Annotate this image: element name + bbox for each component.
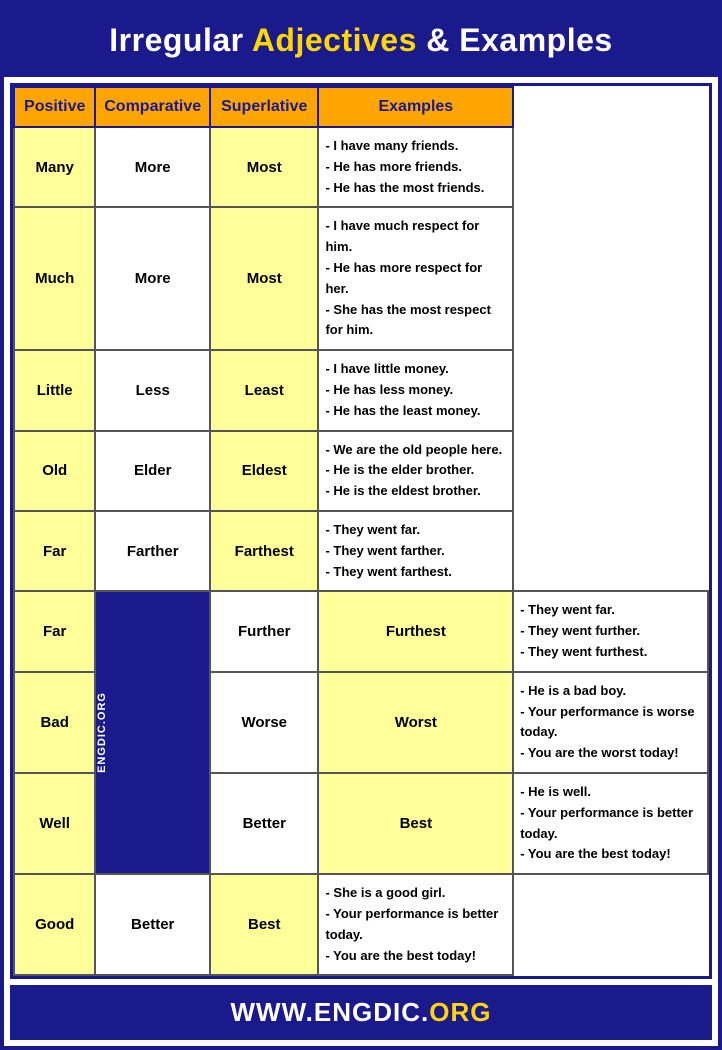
header-comparative: Comparative	[95, 87, 210, 127]
cell-superlative: Best	[318, 773, 513, 874]
header-positive: Positive	[14, 87, 95, 127]
cell-comparative: Farther	[95, 511, 210, 591]
adjectives-table: Positive Comparative Superlative Example…	[13, 86, 709, 976]
table-row: FarFartherFarthest- They went far.- They…	[14, 511, 708, 591]
cell-comparative: Better	[210, 773, 318, 874]
cell-superlative: Most	[210, 127, 318, 207]
table-header-row: Positive Comparative Superlative Example…	[14, 87, 708, 127]
cell-examples: - They went far.- They went further.- Th…	[513, 591, 708, 671]
cell-superlative: Furthest	[318, 591, 513, 671]
cell-examples: - We are the old people here.- He is the…	[318, 431, 513, 511]
cell-superlative: Most	[210, 207, 318, 350]
cell-examples: - I have many friends.- He has more frie…	[318, 127, 513, 207]
cell-positive: Many	[14, 127, 95, 207]
title-text-3: & Examples	[417, 22, 613, 58]
cell-superlative: Least	[210, 350, 318, 430]
header-superlative: Superlative	[210, 87, 318, 127]
cell-superlative: Eldest	[210, 431, 318, 511]
cell-examples: - I have much respect for him.- He has m…	[318, 207, 513, 350]
table-row: ManyMoreMost- I have many friends.- He h…	[14, 127, 708, 207]
cell-positive: Far	[14, 591, 95, 671]
cell-positive: Old	[14, 431, 95, 511]
table-row: LittleLessLeast- I have little money.- H…	[14, 350, 708, 430]
cell-superlative: Farthest	[210, 511, 318, 591]
table-row: FarENGDIC.ORGFurtherFurthest- They went …	[14, 591, 708, 671]
cell-examples: - He is well.- Your performance is bette…	[513, 773, 708, 874]
cell-superlative: Best	[210, 874, 318, 975]
header-examples: Examples	[318, 87, 513, 127]
cell-superlative: Worst	[318, 672, 513, 773]
cell-comparative: More	[95, 127, 210, 207]
cell-comparative: More	[95, 207, 210, 350]
cell-examples: - He is a bad boy.- Your performance is …	[513, 672, 708, 773]
cell-comparative: Worse	[210, 672, 318, 773]
cell-positive: Well	[14, 773, 95, 874]
table-row: OldElderEldest- We are the old people he…	[14, 431, 708, 511]
footer-part1: WWW.ENGDIC.	[231, 997, 430, 1027]
footer-bar: WWW.ENGDIC.ORG	[10, 985, 712, 1040]
cell-positive: Good	[14, 874, 95, 975]
title-text-1: Irregular	[109, 22, 252, 58]
cell-examples: - I have little money.- He has less mone…	[318, 350, 513, 430]
cell-comparative: Better	[95, 874, 210, 975]
cell-positive: Far	[14, 511, 95, 591]
cell-positive: Bad	[14, 672, 95, 773]
watermark-cell: ENGDIC.ORG	[95, 591, 210, 874]
cell-comparative: Elder	[95, 431, 210, 511]
cell-examples: - They went far.- They went farther.- Th…	[318, 511, 513, 591]
card: Irregular Adjectives & Examples Positive…	[0, 0, 722, 1050]
footer-part2: ORG	[429, 997, 491, 1027]
table-row: GoodBetterBest- She is a good girl.- You…	[14, 874, 708, 975]
cell-comparative: Further	[210, 591, 318, 671]
cell-examples: - She is a good girl.- Your performance …	[318, 874, 513, 975]
title-bar: Irregular Adjectives & Examples	[4, 4, 718, 77]
cell-positive: Little	[14, 350, 95, 430]
cell-comparative: Less	[95, 350, 210, 430]
cell-positive: Much	[14, 207, 95, 350]
title-text-2: Adjectives	[252, 22, 417, 58]
footer-text: WWW.ENGDIC.ORG	[231, 997, 492, 1027]
page-title: Irregular Adjectives & Examples	[14, 22, 708, 59]
table-wrap: Positive Comparative Superlative Example…	[10, 83, 712, 979]
table-row: MuchMoreMost- I have much respect for hi…	[14, 207, 708, 350]
